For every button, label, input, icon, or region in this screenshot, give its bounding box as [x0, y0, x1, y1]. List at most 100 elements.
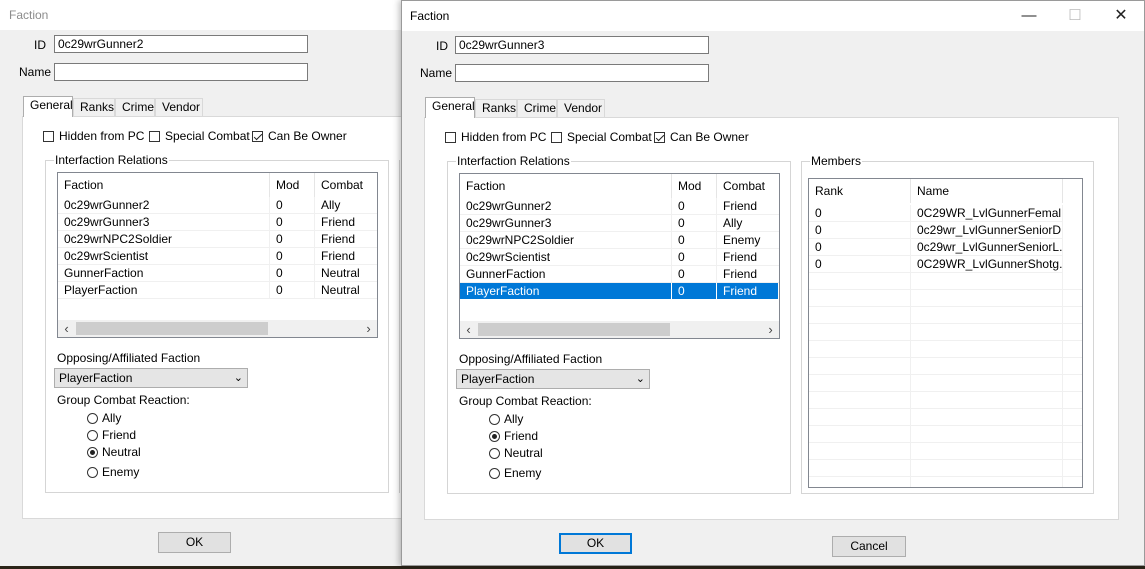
- table-row[interactable]: 0c29wrGunner2 0 Friend: [460, 198, 779, 215]
- relations-list[interactable]: Faction Mod Combat 0c29wrGunner2 0 Friend …: [459, 173, 780, 339]
- scroll-left-icon[interactable]: ‹: [58, 320, 75, 337]
- special-combat-checkbox[interactable]: Special Combat: [149, 129, 250, 145]
- cancel-button[interactable]: Cancel: [832, 536, 906, 557]
- rank-cell: 0: [809, 222, 911, 239]
- radio-label: Neutral: [504, 446, 543, 460]
- maximize-icon[interactable]: ☐: [1052, 1, 1098, 31]
- tab-crime[interactable]: Crime: [517, 99, 557, 117]
- table-row[interactable]: GunnerFaction 0 Friend: [460, 266, 779, 283]
- reaction-radio-enemy[interactable]: Enemy: [489, 466, 541, 482]
- group-title: Members: [810, 154, 863, 168]
- table-row[interactable]: 0c29wrGunner3 0 Friend: [58, 214, 377, 231]
- title-bar[interactable]: Faction — ☐ ✕: [402, 1, 1144, 31]
- reaction-radio-ally[interactable]: Ally: [489, 412, 523, 428]
- horizontal-scrollbar[interactable]: ‹ ›: [58, 320, 377, 337]
- id-label: ID: [436, 39, 448, 53]
- faction-cell: 0c29wrGunner2: [58, 197, 270, 214]
- title-bar[interactable]: Faction: [0, 0, 402, 30]
- special-combat-checkbox[interactable]: Special Combat: [551, 130, 652, 146]
- table-row[interactable]: 0c29wrScientist 0 Friend: [460, 249, 779, 266]
- combat-cell: Friend: [717, 249, 779, 266]
- reaction-radio-friend[interactable]: Friend: [87, 428, 136, 444]
- table-row[interactable]: 0c29wrGunner3 0 Ally: [460, 215, 779, 232]
- relations-list[interactable]: Faction Mod Combat 0c29wrGunner2 0 Ally 0c…: [57, 172, 378, 338]
- radio-circle: [489, 448, 500, 459]
- close-icon[interactable]: ✕: [1098, 1, 1144, 31]
- scrollbar-thumb[interactable]: [76, 322, 268, 335]
- hidden-from-pc-checkbox[interactable]: Hidden from PC: [43, 129, 144, 145]
- table-row[interactable]: 0c29wrNPC2Soldier 0 Enemy: [460, 232, 779, 249]
- hidden-from-pc-checkbox[interactable]: Hidden from PC: [445, 130, 546, 146]
- rank-cell: 0: [809, 256, 911, 273]
- opposing-faction-dropdown[interactable]: PlayerFaction ⌄: [54, 368, 248, 388]
- checkbox-label: Hidden from PC: [461, 130, 547, 144]
- tab-vendor[interactable]: Vendor: [155, 98, 203, 116]
- members-list[interactable]: Rank Name 0 0C29WR_LvlGunnerFemal... 0 0c2…: [808, 178, 1083, 488]
- column-header-name[interactable]: Name: [911, 179, 1063, 203]
- reaction-radio-enemy[interactable]: Enemy: [87, 465, 139, 481]
- table-row[interactable]: 0c29wrScientist 0 Friend: [58, 248, 377, 265]
- checkbox-box: [149, 131, 160, 142]
- opposing-faction-dropdown[interactable]: PlayerFaction ⌄: [456, 369, 650, 389]
- scroll-right-icon[interactable]: ›: [762, 321, 779, 338]
- tab-crime[interactable]: Crime: [115, 98, 155, 116]
- list-item[interactable]: 0 0C29WR_LvlGunnerFemal...: [809, 205, 1082, 222]
- interfaction-relations-group: Interfaction Relations Faction Mod Comba…: [45, 153, 389, 493]
- reaction-radio-neutral[interactable]: Neutral: [87, 445, 141, 461]
- tab-ranks[interactable]: Ranks: [475, 99, 517, 117]
- column-header-rank[interactable]: Rank: [809, 179, 911, 203]
- reaction-radio-ally[interactable]: Ally: [87, 411, 121, 427]
- horizontal-scrollbar[interactable]: ‹ ›: [460, 321, 779, 338]
- radio-circle: [489, 414, 500, 425]
- id-field[interactable]: 0c29wrGunner2: [54, 35, 308, 53]
- list-item[interactable]: 0 0c29wr_LvlGunnerSeniorL...: [809, 239, 1082, 256]
- radio-circle: [87, 413, 98, 424]
- table-row[interactable]: PlayerFaction 0 Neutral: [58, 282, 377, 299]
- reaction-radio-friend[interactable]: Friend: [489, 429, 538, 445]
- dropdown-value: PlayerFaction: [461, 372, 535, 386]
- id-field[interactable]: 0c29wrGunner3: [455, 36, 709, 54]
- name-field[interactable]: [54, 63, 308, 81]
- faction-cell: 0c29wrGunner2: [460, 198, 672, 215]
- can-be-owner-checkbox[interactable]: Can Be Owner: [252, 129, 347, 145]
- tab-vendor[interactable]: Vendor: [557, 99, 605, 117]
- ok-button[interactable]: OK: [158, 532, 231, 553]
- table-row[interactable]: GunnerFaction 0 Neutral: [58, 265, 377, 282]
- name-field[interactable]: [455, 64, 709, 82]
- combat-cell: Ally: [315, 197, 377, 214]
- column-header-mod[interactable]: Mod: [270, 173, 315, 197]
- combat-cell: Friend: [717, 283, 779, 300]
- can-be-owner-checkbox[interactable]: Can Be Owner: [654, 130, 749, 146]
- group-combat-reaction-label: Group Combat Reaction:: [459, 394, 592, 408]
- tab-ranks[interactable]: Ranks: [73, 98, 115, 116]
- column-header-combat[interactable]: Combat: [315, 173, 377, 197]
- scroll-right-icon[interactable]: ›: [360, 320, 377, 337]
- scrollbar-thumb[interactable]: [478, 323, 670, 336]
- table-row[interactable]: 0c29wrGunner2 0 Ally: [58, 197, 377, 214]
- radio-circle: [489, 468, 500, 479]
- tab-general[interactable]: General: [23, 96, 73, 117]
- radio-label: Friend: [504, 429, 539, 443]
- checkbox-checked: [654, 132, 665, 143]
- group-title: Interfaction Relations: [456, 154, 571, 168]
- rank-cell: 0: [809, 205, 911, 222]
- list-item[interactable]: 0 0c29wr_LvlGunnerSeniorD...: [809, 222, 1082, 239]
- reaction-radio-neutral[interactable]: Neutral: [489, 446, 543, 462]
- faction-cell: GunnerFaction: [460, 266, 672, 283]
- tab-general[interactable]: General: [425, 97, 475, 118]
- ok-button[interactable]: OK: [559, 533, 632, 554]
- mod-cell: 0: [270, 282, 315, 299]
- faction-cell: 0c29wrScientist: [58, 248, 270, 265]
- column-header-faction[interactable]: Faction: [460, 174, 672, 198]
- column-header-combat[interactable]: Combat: [717, 174, 779, 198]
- radio-label: Neutral: [102, 445, 141, 459]
- scroll-left-icon[interactable]: ‹: [460, 321, 477, 338]
- column-header-mod[interactable]: Mod: [672, 174, 717, 198]
- column-header-faction[interactable]: Faction: [58, 173, 270, 197]
- group-title: Interfaction Relations: [54, 153, 169, 167]
- list-item[interactable]: 0 0C29WR_LvlGunnerShotg...: [809, 256, 1082, 273]
- checkbox-checked: [252, 131, 263, 142]
- minimize-icon[interactable]: —: [1006, 1, 1052, 31]
- table-row[interactable]: 0c29wrNPC2Soldier 0 Friend: [58, 231, 377, 248]
- table-row-selected[interactable]: PlayerFaction 0 Friend: [460, 283, 779, 300]
